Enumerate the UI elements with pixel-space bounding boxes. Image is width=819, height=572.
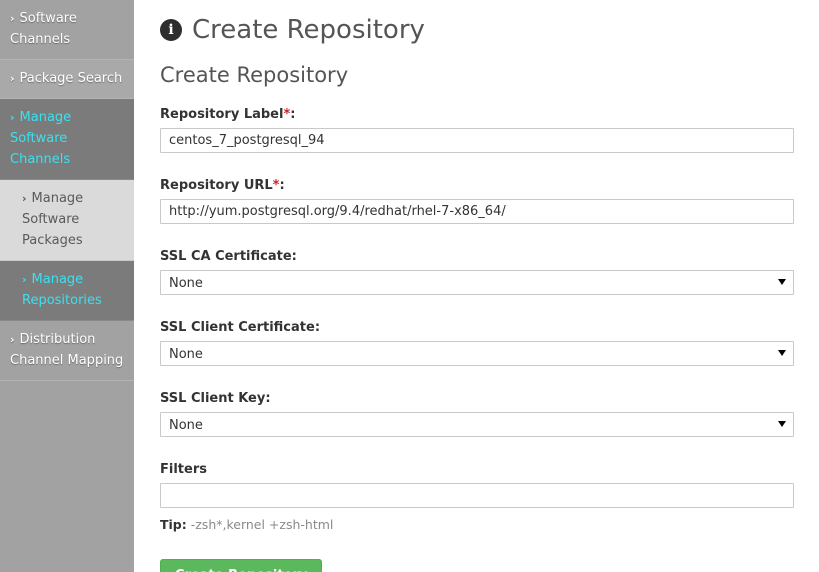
ssl-client-certificate-value: None xyxy=(160,341,794,366)
sidebar-item-label: Package Search xyxy=(19,71,123,86)
field-label-repository-label: Repository Label*: xyxy=(160,106,795,123)
label-text: Repository Label xyxy=(160,107,284,122)
chevron-right-icon: › xyxy=(22,192,27,205)
sidebar-item-manage-software-packages[interactable]: › Manage Software Packages xyxy=(0,180,134,261)
ssl-client-key-select[interactable]: None xyxy=(160,412,794,437)
field-ssl-ca-certificate: SSL CA Certificate: None xyxy=(160,248,795,295)
filters-input[interactable] xyxy=(160,483,794,508)
sidebar: › Software Channels › Package Search › Mana… xyxy=(0,0,134,572)
label-colon: : xyxy=(291,249,297,264)
field-label-ssl-client-key: SSL Client Key: xyxy=(160,390,795,407)
page-title: Create Repository xyxy=(192,15,425,45)
chevron-right-icon: › xyxy=(10,333,15,346)
tip-prefix: Tip: xyxy=(160,517,187,532)
chevron-right-icon: › xyxy=(10,111,15,124)
field-filters: Filters xyxy=(160,461,795,508)
ssl-ca-certificate-value: None xyxy=(160,270,794,295)
field-repository-label: Repository Label*: xyxy=(160,106,795,153)
sidebar-item-label: Distribution Channel Mapping xyxy=(10,332,124,368)
label-text: SSL CA Certificate xyxy=(160,249,292,264)
ssl-client-certificate-select[interactable]: None xyxy=(160,341,794,366)
ssl-ca-certificate-select[interactable]: None xyxy=(160,270,794,295)
chevron-right-icon: › xyxy=(22,273,27,286)
field-ssl-client-certificate: SSL Client Certificate: None xyxy=(160,319,795,366)
label-colon: : xyxy=(290,107,296,122)
label-text: Repository URL xyxy=(160,178,273,193)
ssl-client-key-value: None xyxy=(160,412,794,437)
chevron-right-icon: › xyxy=(10,12,15,25)
label-colon: : xyxy=(279,178,285,193)
tip-text: -zsh*,kernel +zsh-html xyxy=(186,517,334,532)
sidebar-item-label: Manage Repositories xyxy=(22,272,102,308)
section-title: Create Repository xyxy=(160,63,349,87)
chevron-right-icon: › xyxy=(10,72,15,85)
field-repository-url: Repository URL*: xyxy=(160,177,795,224)
field-label-ssl-ca-certificate: SSL CA Certificate: xyxy=(160,248,795,265)
app-root: › Software Channels › Package Search › Mana… xyxy=(0,0,819,572)
field-label-filters: Filters xyxy=(160,461,795,478)
sidebar-filler xyxy=(0,381,134,572)
sidebar-item-distribution-channel-mapping[interactable]: › Distribution Channel Mapping xyxy=(0,321,134,381)
label-colon: : xyxy=(314,320,321,335)
sidebar-item-label: Software Channels xyxy=(10,11,77,47)
sidebar-item-manage-software-channels[interactable]: › Manage Software Channels xyxy=(0,99,134,180)
label-text: Filters xyxy=(160,462,207,477)
label-text: SSL Client Key xyxy=(160,391,266,406)
sidebar-item-label: Manage Software Channels xyxy=(10,110,72,167)
create-repository-button[interactable]: Create Repository xyxy=(160,559,323,572)
sidebar-item-label: Manage Software Packages xyxy=(22,191,84,248)
field-label-ssl-client-certificate: SSL Client Certificate: xyxy=(160,319,795,336)
main-content: i Create Repository Create Repository Re… xyxy=(134,0,819,572)
sidebar-item-software-channels[interactable]: › Software Channels xyxy=(0,0,134,60)
sidebar-item-manage-repositories[interactable]: › Manage Repositories xyxy=(0,261,134,321)
repository-label-input[interactable] xyxy=(160,128,794,153)
repository-url-input[interactable] xyxy=(160,199,794,224)
label-colon: : xyxy=(265,391,271,406)
field-ssl-client-key: SSL Client Key: None xyxy=(160,390,795,437)
label-text: SSL Client Certificate xyxy=(160,320,315,335)
field-label-repository-url: Repository URL*: xyxy=(160,177,795,194)
info-icon: i xyxy=(160,19,182,41)
filters-tip: Tip: -zsh*,kernel +zsh-html xyxy=(160,516,795,533)
page-header: i Create Repository xyxy=(160,14,795,46)
sidebar-item-package-search[interactable]: › Package Search xyxy=(0,60,134,99)
